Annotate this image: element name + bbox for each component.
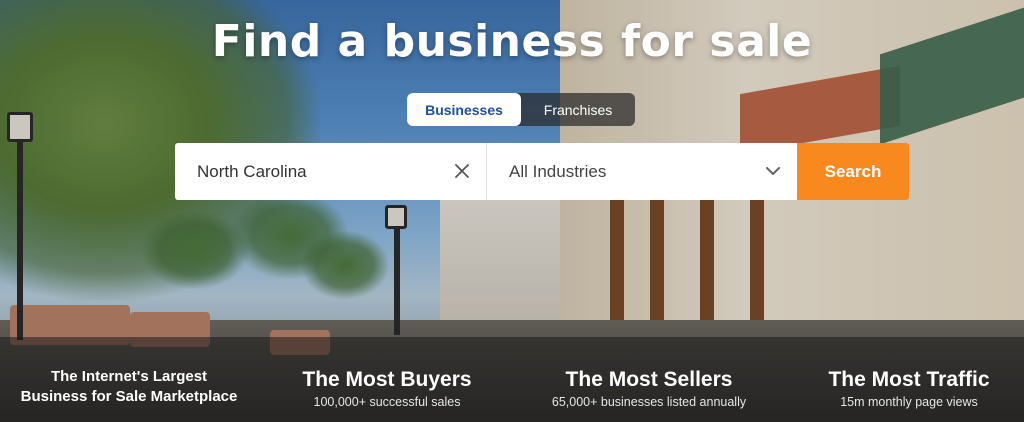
industry-select[interactable]: All Industries	[487, 143, 797, 200]
location-input[interactable]	[197, 161, 437, 182]
stat-buyers: The Most Buyers 100,000+ successful sale…	[258, 337, 516, 422]
stat-sellers-title: The Most Sellers	[565, 368, 733, 391]
industry-select-value: All Industries	[509, 161, 607, 181]
stat-buyers-subtitle: 100,000+ successful sales	[313, 395, 461, 409]
close-icon[interactable]	[452, 161, 472, 181]
stat-traffic: The Most Traffic 15m monthly page views	[780, 337, 1024, 422]
stat-sellers-subtitle: 65,000+ businesses listed annually	[551, 395, 747, 409]
stat-marketplace-line2: Business for Sale Marketplace	[20, 388, 238, 405]
stat-marketplace-line1: The Internet's Largest	[50, 368, 208, 385]
stats-band: The Internet's Largest Business for Sale…	[0, 337, 1024, 422]
stat-traffic-title: The Most Traffic	[828, 368, 990, 391]
search-button[interactable]: Search	[797, 143, 909, 200]
search-type-tabs: Businesses Franchises	[407, 93, 635, 126]
stat-marketplace: The Internet's Largest Business for Sale…	[0, 337, 258, 422]
location-field	[175, 143, 487, 200]
tab-businesses[interactable]: Businesses	[407, 93, 521, 126]
stat-traffic-subtitle: 15m monthly page views	[840, 395, 978, 409]
stat-sellers: The Most Sellers 65,000+ businesses list…	[520, 337, 778, 422]
search-bar: All Industries Search	[175, 143, 909, 200]
page-title: Find a business for sale	[211, 16, 813, 67]
stat-buyers-title: The Most Buyers	[302, 368, 472, 391]
chevron-down-icon	[765, 164, 781, 178]
tab-franchises[interactable]: Franchises	[521, 93, 635, 126]
